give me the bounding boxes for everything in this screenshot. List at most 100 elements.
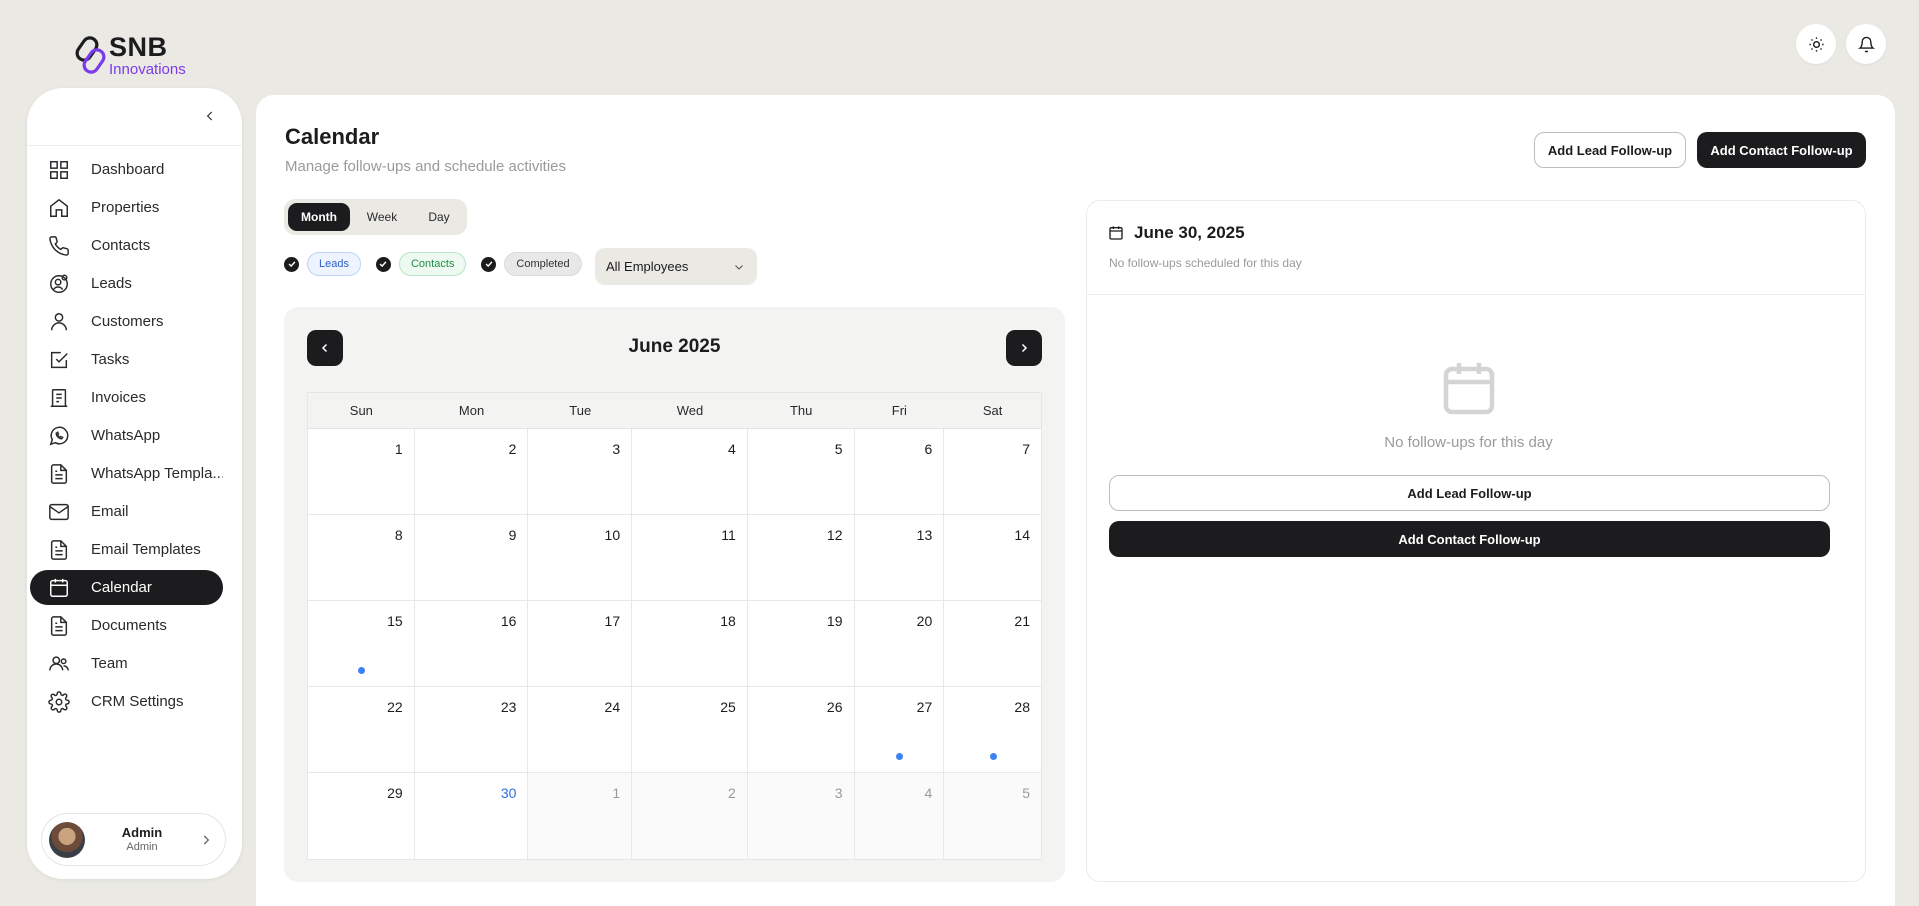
calendar-day-cell[interactable]: 4 bbox=[632, 429, 748, 514]
sidebar-item-whatsapp-templates[interactable]: WhatsApp Templa... bbox=[30, 456, 223, 491]
calendar-day-cell[interactable]: 7 bbox=[944, 429, 1041, 514]
add-lead-follow-up-button[interactable]: Add Lead Follow-up bbox=[1534, 132, 1686, 168]
sidebar-item-email-templates[interactable]: Email Templates bbox=[30, 532, 223, 567]
calendar-day-cell[interactable]: 17 bbox=[528, 601, 633, 686]
view-week-button[interactable]: Week bbox=[350, 203, 414, 231]
sidebar-item-customers[interactable]: Customers bbox=[30, 304, 223, 339]
day-number: 7 bbox=[1022, 441, 1030, 457]
sidebar-item-dashboard[interactable]: Dashboard bbox=[30, 152, 223, 187]
theme-toggle-button[interactable] bbox=[1796, 24, 1836, 64]
calendar-day-cell[interactable]: 15 bbox=[308, 601, 415, 686]
leads-filter-tag[interactable]: Leads bbox=[307, 252, 361, 276]
check-icon bbox=[380, 261, 387, 268]
sidebar-item-email[interactable]: Email bbox=[30, 494, 223, 529]
weekday-header: Sun Mon Tue Wed Thu Fri Sat bbox=[308, 393, 1041, 429]
sidebar-item-calendar[interactable]: Calendar bbox=[30, 570, 223, 605]
calendar-day-cell[interactable]: 9 bbox=[415, 515, 529, 600]
add-contact-follow-up-button[interactable]: Add Contact Follow-up bbox=[1697, 132, 1866, 168]
sidebar-item-whatsapp[interactable]: WhatsApp bbox=[30, 418, 223, 453]
calendar-day-cell[interactable]: 18 bbox=[632, 601, 748, 686]
day-number: 21 bbox=[1014, 613, 1030, 629]
sidebar-item-contacts[interactable]: Contacts bbox=[30, 228, 223, 263]
empty-state-text: No follow-ups for this day bbox=[1384, 434, 1553, 451]
sidebar-item-leads[interactable]: Leads bbox=[30, 266, 223, 301]
leads-checkbox[interactable] bbox=[284, 256, 299, 272]
chevron-down-icon bbox=[735, 265, 743, 270]
calendar-day-cell[interactable]: 1 bbox=[308, 429, 415, 514]
sidebar-item-label: WhatsApp bbox=[91, 427, 161, 444]
calendar-day-cell[interactable]: 25 bbox=[632, 687, 748, 772]
selected-date-subtitle: No follow-ups scheduled for this day bbox=[1109, 256, 1302, 270]
calendar-day-cell[interactable]: 22 bbox=[308, 687, 415, 772]
calendar-day-cell[interactable]: 19 bbox=[748, 601, 855, 686]
sidebar-item-crm-settings[interactable]: CRM Settings bbox=[30, 684, 223, 719]
sidebar-item-team[interactable]: Team bbox=[30, 646, 223, 681]
calendar-day-cell[interactable]: 8 bbox=[308, 515, 415, 600]
sidebar-item-properties[interactable]: Properties bbox=[30, 190, 223, 225]
calendar-day-cell[interactable]: 30 bbox=[415, 773, 529, 859]
add-lead-follow-up-panel-button[interactable]: Add Lead Follow-up bbox=[1109, 475, 1830, 511]
calendar-day-cell[interactable]: 3 bbox=[528, 429, 633, 514]
calendar-day-cell[interactable]: 26 bbox=[748, 687, 855, 772]
notifications-button[interactable] bbox=[1846, 24, 1886, 64]
calendar-day-cell[interactable]: 3 bbox=[747, 773, 855, 859]
day-number: 3 bbox=[612, 441, 621, 457]
day-number: 3 bbox=[834, 785, 843, 801]
employee-select[interactable]: All Employees bbox=[595, 248, 757, 285]
day-number: 5 bbox=[1022, 785, 1030, 801]
add-contact-follow-up-panel-button[interactable]: Add Contact Follow-up bbox=[1109, 521, 1830, 557]
calendar-day-cell[interactable]: 28 bbox=[944, 687, 1041, 772]
sidebar-item-label: Calendar bbox=[91, 579, 152, 596]
calendar-day-cell[interactable]: 6 bbox=[855, 429, 945, 514]
calendar-day-cell[interactable]: 16 bbox=[415, 601, 529, 686]
calendar-day-cell[interactable]: 12 bbox=[748, 515, 855, 600]
gear-icon bbox=[48, 690, 70, 713]
calendar-day-cell[interactable]: 5 bbox=[748, 429, 855, 514]
calendar-icon bbox=[1109, 226, 1123, 240]
selected-date-label: June 30, 2025 bbox=[1134, 223, 1245, 242]
home-icon bbox=[50, 198, 68, 217]
calendar-day-cell[interactable]: 10 bbox=[528, 515, 633, 600]
calendar-day-cell[interactable]: 27 bbox=[855, 687, 945, 772]
collapse-sidebar-button[interactable] bbox=[201, 107, 219, 125]
sidebar-item-invoices[interactable]: Invoices bbox=[30, 380, 223, 415]
completed-checkbox[interactable] bbox=[481, 256, 497, 272]
chevron-right-icon bbox=[203, 835, 210, 844]
calendar-day-cell[interactable]: 20 bbox=[855, 601, 945, 686]
weekday-label: Sat bbox=[982, 403, 1003, 418]
employee-select-value: All Employees bbox=[606, 259, 689, 274]
day-number: 25 bbox=[720, 699, 736, 715]
calendar-day-cell[interactable]: 1 bbox=[528, 773, 633, 859]
mail-icon bbox=[49, 503, 69, 520]
day-number: 18 bbox=[720, 613, 736, 629]
calendar-day-cell[interactable]: 21 bbox=[944, 601, 1041, 686]
user-profile-button[interactable]: Admin Admin bbox=[41, 813, 226, 866]
calendar-day-cell[interactable]: 4 bbox=[854, 773, 945, 859]
selected-date: June 30, 2025 bbox=[1108, 223, 1245, 243]
completed-filter-tag[interactable]: Completed bbox=[504, 252, 582, 276]
day-number: 1 bbox=[394, 441, 403, 457]
calendar-day-cell[interactable]: 14 bbox=[944, 515, 1041, 600]
calendar-grid: Sun Mon Tue Wed Thu Fri Sat 1 2 3 4 5 6 7 8 9 10 11 12 13 1… bbox=[307, 392, 1042, 860]
checkbox-icon bbox=[50, 351, 68, 368]
calendar-day-cell[interactable]: 5 bbox=[944, 773, 1041, 859]
calendar-day-cell[interactable]: 2 bbox=[415, 429, 529, 514]
calendar-day-cell[interactable]: 2 bbox=[632, 773, 748, 859]
calendar-day-cell[interactable]: 29 bbox=[308, 773, 415, 859]
sidebar-item-tasks[interactable]: Tasks bbox=[30, 342, 223, 377]
day-number: 17 bbox=[604, 613, 621, 629]
calendar-icon bbox=[50, 578, 68, 597]
contacts-checkbox[interactable] bbox=[375, 256, 391, 272]
user-icon bbox=[50, 312, 68, 330]
view-day-button[interactable]: Day bbox=[414, 203, 464, 231]
calendar-day-cell[interactable]: 23 bbox=[415, 687, 529, 772]
day-number: 24 bbox=[604, 699, 621, 715]
calendar-day-cell[interactable]: 13 bbox=[855, 515, 945, 600]
contacts-filter-tag[interactable]: Contacts bbox=[398, 252, 467, 276]
view-month-button[interactable]: Month bbox=[288, 203, 350, 231]
sidebar-item-label: CRM Settings bbox=[91, 693, 184, 710]
sidebar-item-documents[interactable]: Documents bbox=[30, 608, 223, 643]
calendar-day-cell[interactable]: 24 bbox=[528, 687, 633, 772]
calendar-day-cell[interactable]: 11 bbox=[632, 515, 748, 600]
calendar-week-row: 8 9 10 11 12 13 14 bbox=[308, 515, 1041, 601]
